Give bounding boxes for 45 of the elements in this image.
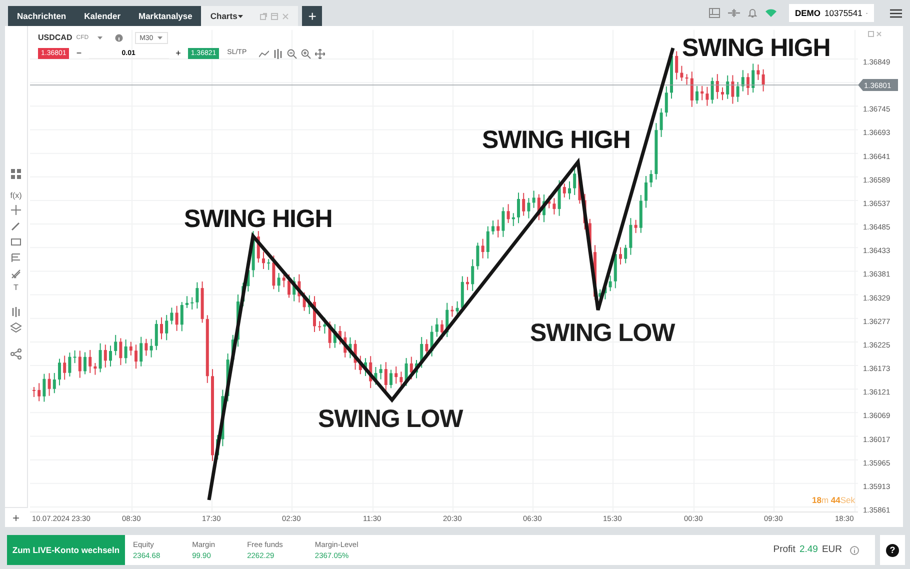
layout-icon[interactable] xyxy=(709,8,720,18)
line-chart-icon[interactable] xyxy=(258,50,269,58)
tab[interactable]: Marktanalyse xyxy=(130,6,202,26)
profit-label: Profit xyxy=(773,542,796,557)
new-tab-button[interactable]: + xyxy=(302,6,322,26)
profit-currency: EUR xyxy=(822,542,842,557)
swing-high-label: SWING HIGH xyxy=(184,205,332,233)
menu-icon[interactable] xyxy=(890,8,902,18)
account-dropdown[interactable]: DEMO 10375541 xyxy=(789,4,874,22)
indicator-icon[interactable] xyxy=(10,306,22,318)
transfer-icon[interactable] xyxy=(728,8,740,18)
pencil-icon[interactable] xyxy=(10,220,22,232)
zoom-out-icon[interactable] xyxy=(286,48,297,58)
layers-icon[interactable] xyxy=(10,322,22,334)
swing-low-label: SWING LOW xyxy=(318,405,463,433)
swing-high-label: SWING HIGH xyxy=(482,126,630,154)
help-button[interactable]: ? xyxy=(886,544,899,556)
caret-icon xyxy=(157,36,164,40)
increase-button[interactable]: + xyxy=(172,48,184,59)
crosshair-icon[interactable] xyxy=(10,204,22,216)
tab[interactable]: Nachrichten xyxy=(8,6,76,26)
profit-value: 2.49 xyxy=(799,542,818,557)
caret-icon xyxy=(237,14,244,18)
info-icon[interactable] xyxy=(850,546,859,554)
tab[interactable]: Kalender xyxy=(75,6,130,26)
info-icon[interactable] xyxy=(114,34,123,42)
pitchfork-icon[interactable] xyxy=(10,268,22,280)
share-icon[interactable] xyxy=(10,348,22,360)
function-tool[interactable]: f(x) xyxy=(10,190,22,202)
swing-low-label: SWING LOW xyxy=(530,319,675,347)
caret-icon[interactable] xyxy=(96,36,103,40)
bell-icon[interactable] xyxy=(748,8,757,18)
countdown-timer: 18m 44Sek xyxy=(812,495,856,505)
add-button[interactable]: + xyxy=(4,507,28,527)
grid-icon[interactable] xyxy=(10,168,22,180)
move-icon[interactable] xyxy=(314,48,325,58)
swing-high-label: SWING HIGH xyxy=(682,34,830,62)
fibonacci-icon[interactable] xyxy=(10,252,22,264)
wifi-icon xyxy=(765,8,777,18)
text-tool[interactable]: T xyxy=(14,282,18,294)
rectangle-icon[interactable] xyxy=(10,236,22,248)
candles-icon[interactable] xyxy=(272,48,283,58)
decrease-button[interactable]: − xyxy=(73,48,85,59)
symbol-label[interactable]: USDCAD xyxy=(38,32,72,44)
zoom-in-icon[interactable] xyxy=(300,48,311,58)
